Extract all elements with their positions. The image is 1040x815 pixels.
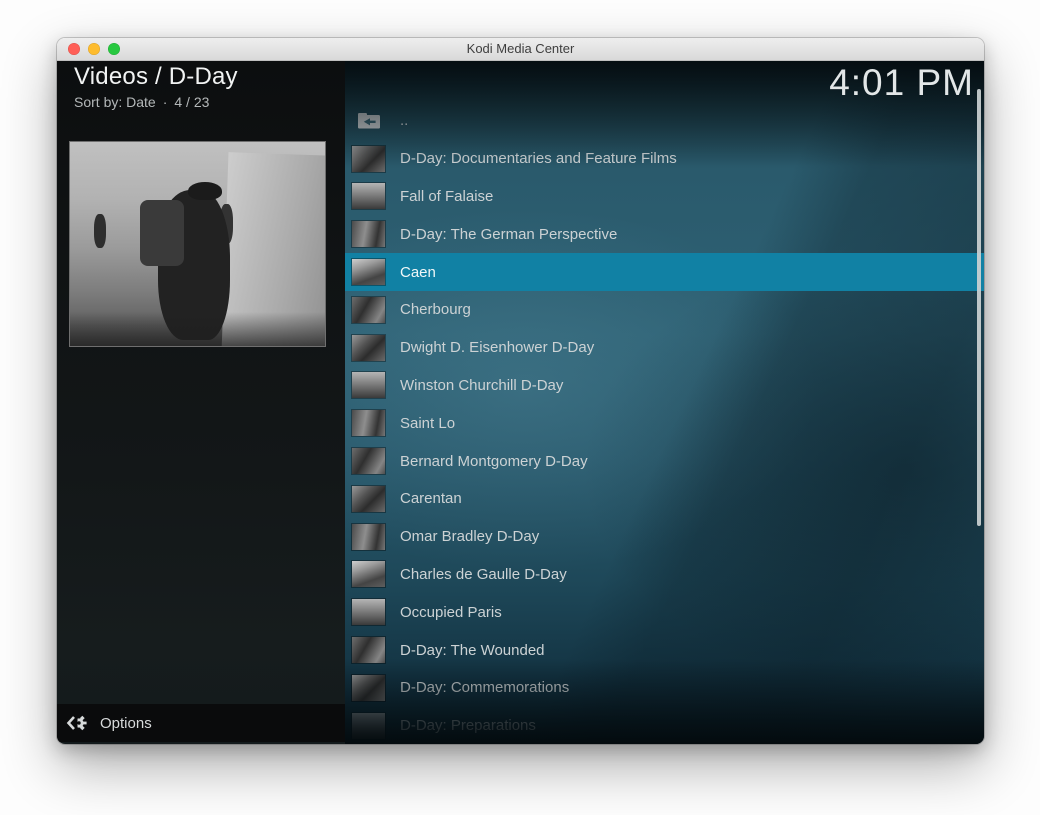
list-item[interactable]: D-Day: The German Perspective bbox=[345, 215, 984, 253]
list-item[interactable]: Charles de Gaulle D-Day bbox=[345, 556, 984, 594]
video-thumbnail bbox=[352, 221, 385, 247]
desktop: Kodi Media Center Videos / D-Day Sort by… bbox=[0, 0, 1040, 815]
list-item[interactable]: Dwight D. Eisenhower D-Day bbox=[345, 329, 984, 367]
close-button[interactable] bbox=[68, 43, 80, 55]
list-item[interactable]: Fall of Falaise bbox=[345, 178, 984, 216]
list-item-label: D-Day: The German Perspective bbox=[400, 226, 617, 243]
list-item-parent-folder[interactable]: .. bbox=[345, 102, 984, 140]
video-thumbnail bbox=[352, 675, 385, 701]
list-item[interactable]: D-Day: Commemorations bbox=[345, 669, 984, 707]
list-item-label: Charles de Gaulle D-Day bbox=[400, 566, 567, 583]
options-button[interactable]: Options bbox=[57, 704, 345, 742]
poster-image bbox=[70, 142, 325, 346]
sort-by-label: Sort by: Date bbox=[74, 94, 156, 110]
video-list: .. D-Day: Documentaries and Feature Film… bbox=[345, 102, 984, 744]
list-item[interactable]: Saint Lo bbox=[345, 404, 984, 442]
window-title: Kodi Media Center bbox=[57, 38, 984, 60]
video-thumbnail bbox=[352, 561, 385, 587]
poster-backpack-shape bbox=[140, 200, 184, 266]
options-label: Options bbox=[100, 715, 152, 732]
video-thumbnail bbox=[352, 524, 385, 550]
list-item-label: D-Day: Preparations bbox=[400, 717, 536, 734]
list-item-label: Saint Lo bbox=[400, 415, 455, 432]
item-position: 4 / 23 bbox=[174, 94, 209, 110]
poster-figure-shape bbox=[94, 214, 106, 248]
window-titlebar[interactable]: Kodi Media Center bbox=[57, 38, 984, 61]
list-item-label: Caen bbox=[400, 264, 436, 281]
list-item-label: Winston Churchill D-Day bbox=[400, 377, 563, 394]
list-item-label: D-Day: Documentaries and Feature Films bbox=[400, 150, 677, 167]
window-content: Videos / D-Day Sort by: Date · 4 / 23 bbox=[57, 61, 984, 744]
list-item-label: Dwight D. Eisenhower D-Day bbox=[400, 339, 594, 356]
poster-helmet-shape bbox=[188, 182, 222, 200]
video-thumbnail bbox=[352, 372, 385, 398]
list-item-label: Cherbourg bbox=[400, 301, 471, 318]
sort-info: Sort by: Date · 4 / 23 bbox=[74, 94, 238, 110]
video-thumbnail bbox=[352, 146, 385, 172]
zoom-button[interactable] bbox=[108, 43, 120, 55]
page-title: Videos / D-Day bbox=[74, 63, 238, 91]
video-thumbnail bbox=[352, 183, 385, 209]
video-thumbnail bbox=[352, 599, 385, 625]
video-thumbnail bbox=[352, 259, 385, 285]
clock: 4:01 PM bbox=[829, 62, 974, 104]
video-thumbnail bbox=[352, 297, 385, 323]
poster-ground-shape bbox=[70, 312, 325, 346]
video-thumbnail bbox=[352, 335, 385, 361]
list-item-label: D-Day: Commemorations bbox=[400, 679, 569, 696]
video-thumbnail bbox=[352, 410, 385, 436]
list-item[interactable]: D-Day: Preparations bbox=[345, 707, 984, 744]
video-thumbnail bbox=[352, 486, 385, 512]
breadcrumb-header: Videos / D-Day Sort by: Date · 4 / 23 bbox=[74, 63, 238, 110]
list-item-label: Omar Bradley D-Day bbox=[400, 528, 539, 545]
list-item[interactable]: Omar Bradley D-Day bbox=[345, 518, 984, 556]
minimize-button[interactable] bbox=[88, 43, 100, 55]
list-item-label: Occupied Paris bbox=[400, 604, 502, 621]
kodi-window: Kodi Media Center Videos / D-Day Sort by… bbox=[57, 38, 984, 744]
list-item-label: .. bbox=[400, 112, 408, 129]
list-item[interactable]: Winston Churchill D-Day bbox=[345, 367, 984, 405]
video-thumbnail bbox=[352, 713, 385, 739]
list-item-label: Carentan bbox=[400, 490, 462, 507]
list-item[interactable]: D-Day: Documentaries and Feature Films bbox=[345, 140, 984, 178]
list-item-label: Bernard Montgomery D-Day bbox=[400, 453, 588, 470]
separator-dot: · bbox=[163, 94, 168, 110]
list-item[interactable]: Occupied Paris bbox=[345, 593, 984, 631]
list-item-label: Fall of Falaise bbox=[400, 188, 493, 205]
video-thumbnail bbox=[352, 637, 385, 663]
list-item[interactable]: Cherbourg bbox=[345, 291, 984, 329]
left-panel: Videos / D-Day Sort by: Date · 4 / 23 bbox=[57, 61, 345, 744]
folder-up-icon bbox=[357, 112, 381, 130]
video-thumbnail bbox=[352, 448, 385, 474]
traffic-lights bbox=[68, 43, 120, 55]
list-item[interactable]: D-Day: The Wounded bbox=[345, 631, 984, 669]
list-item[interactable]: Carentan bbox=[345, 480, 984, 518]
video-list-panel: 4:01 PM .. bbox=[345, 61, 984, 744]
list-item[interactable]: Bernard Montgomery D-Day bbox=[345, 442, 984, 480]
sidebar-options-icon bbox=[66, 713, 88, 733]
list-scrollbar[interactable] bbox=[977, 89, 981, 526]
list-item-selected[interactable]: Caen bbox=[345, 253, 984, 291]
list-item-label: D-Day: The Wounded bbox=[400, 642, 545, 659]
